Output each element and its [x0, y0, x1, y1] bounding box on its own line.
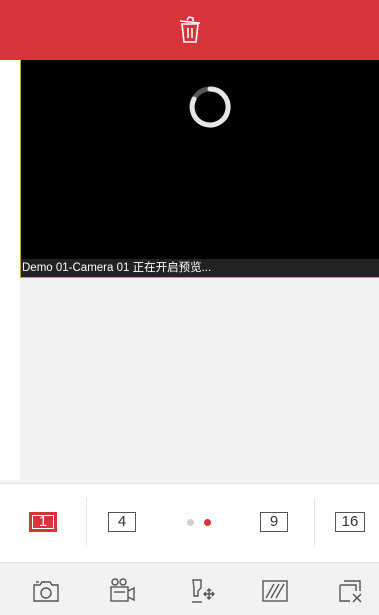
- layout-1-label: 1: [29, 512, 57, 532]
- layout-16-label: 16: [335, 512, 365, 532]
- page-dot: [187, 518, 194, 526]
- image-quality-icon[interactable]: [258, 574, 292, 608]
- layout-9-button[interactable]: 9: [245, 494, 303, 550]
- layout-16-button[interactable]: 16: [321, 494, 379, 550]
- video-pane[interactable]: Demo 01-Camera 01 正在开启预览...: [20, 60, 379, 278]
- page-dot-active: [204, 518, 211, 526]
- delete-bar[interactable]: [0, 0, 379, 60]
- live-view-screen: Demo 01-Camera 01 正在开启预览... 1 4 9 16: [0, 0, 379, 615]
- close-all-icon[interactable]: [334, 574, 368, 608]
- capture-icon[interactable]: [29, 574, 63, 608]
- layout-1-button[interactable]: 1: [14, 494, 72, 550]
- trash-icon[interactable]: [177, 15, 203, 45]
- layout-selector-bar: 1 4 9 16: [0, 483, 379, 563]
- record-icon[interactable]: [105, 574, 139, 608]
- video-area: Demo 01-Camera 01 正在开启预览...: [0, 60, 379, 480]
- layout-4-button[interactable]: 4: [93, 494, 151, 550]
- bottom-toolbar: [0, 564, 379, 615]
- video-caption: Demo 01-Camera 01 正在开启预览...: [21, 259, 379, 277]
- divider: [86, 498, 87, 546]
- layout-4-label: 4: [108, 512, 136, 532]
- loading-spinner-icon: [185, 82, 235, 132]
- divider: [314, 498, 315, 546]
- video-left-strip: [0, 60, 20, 480]
- page-indicator: [170, 494, 228, 550]
- ptz-icon[interactable]: [185, 574, 219, 608]
- layout-9-label: 9: [260, 512, 288, 532]
